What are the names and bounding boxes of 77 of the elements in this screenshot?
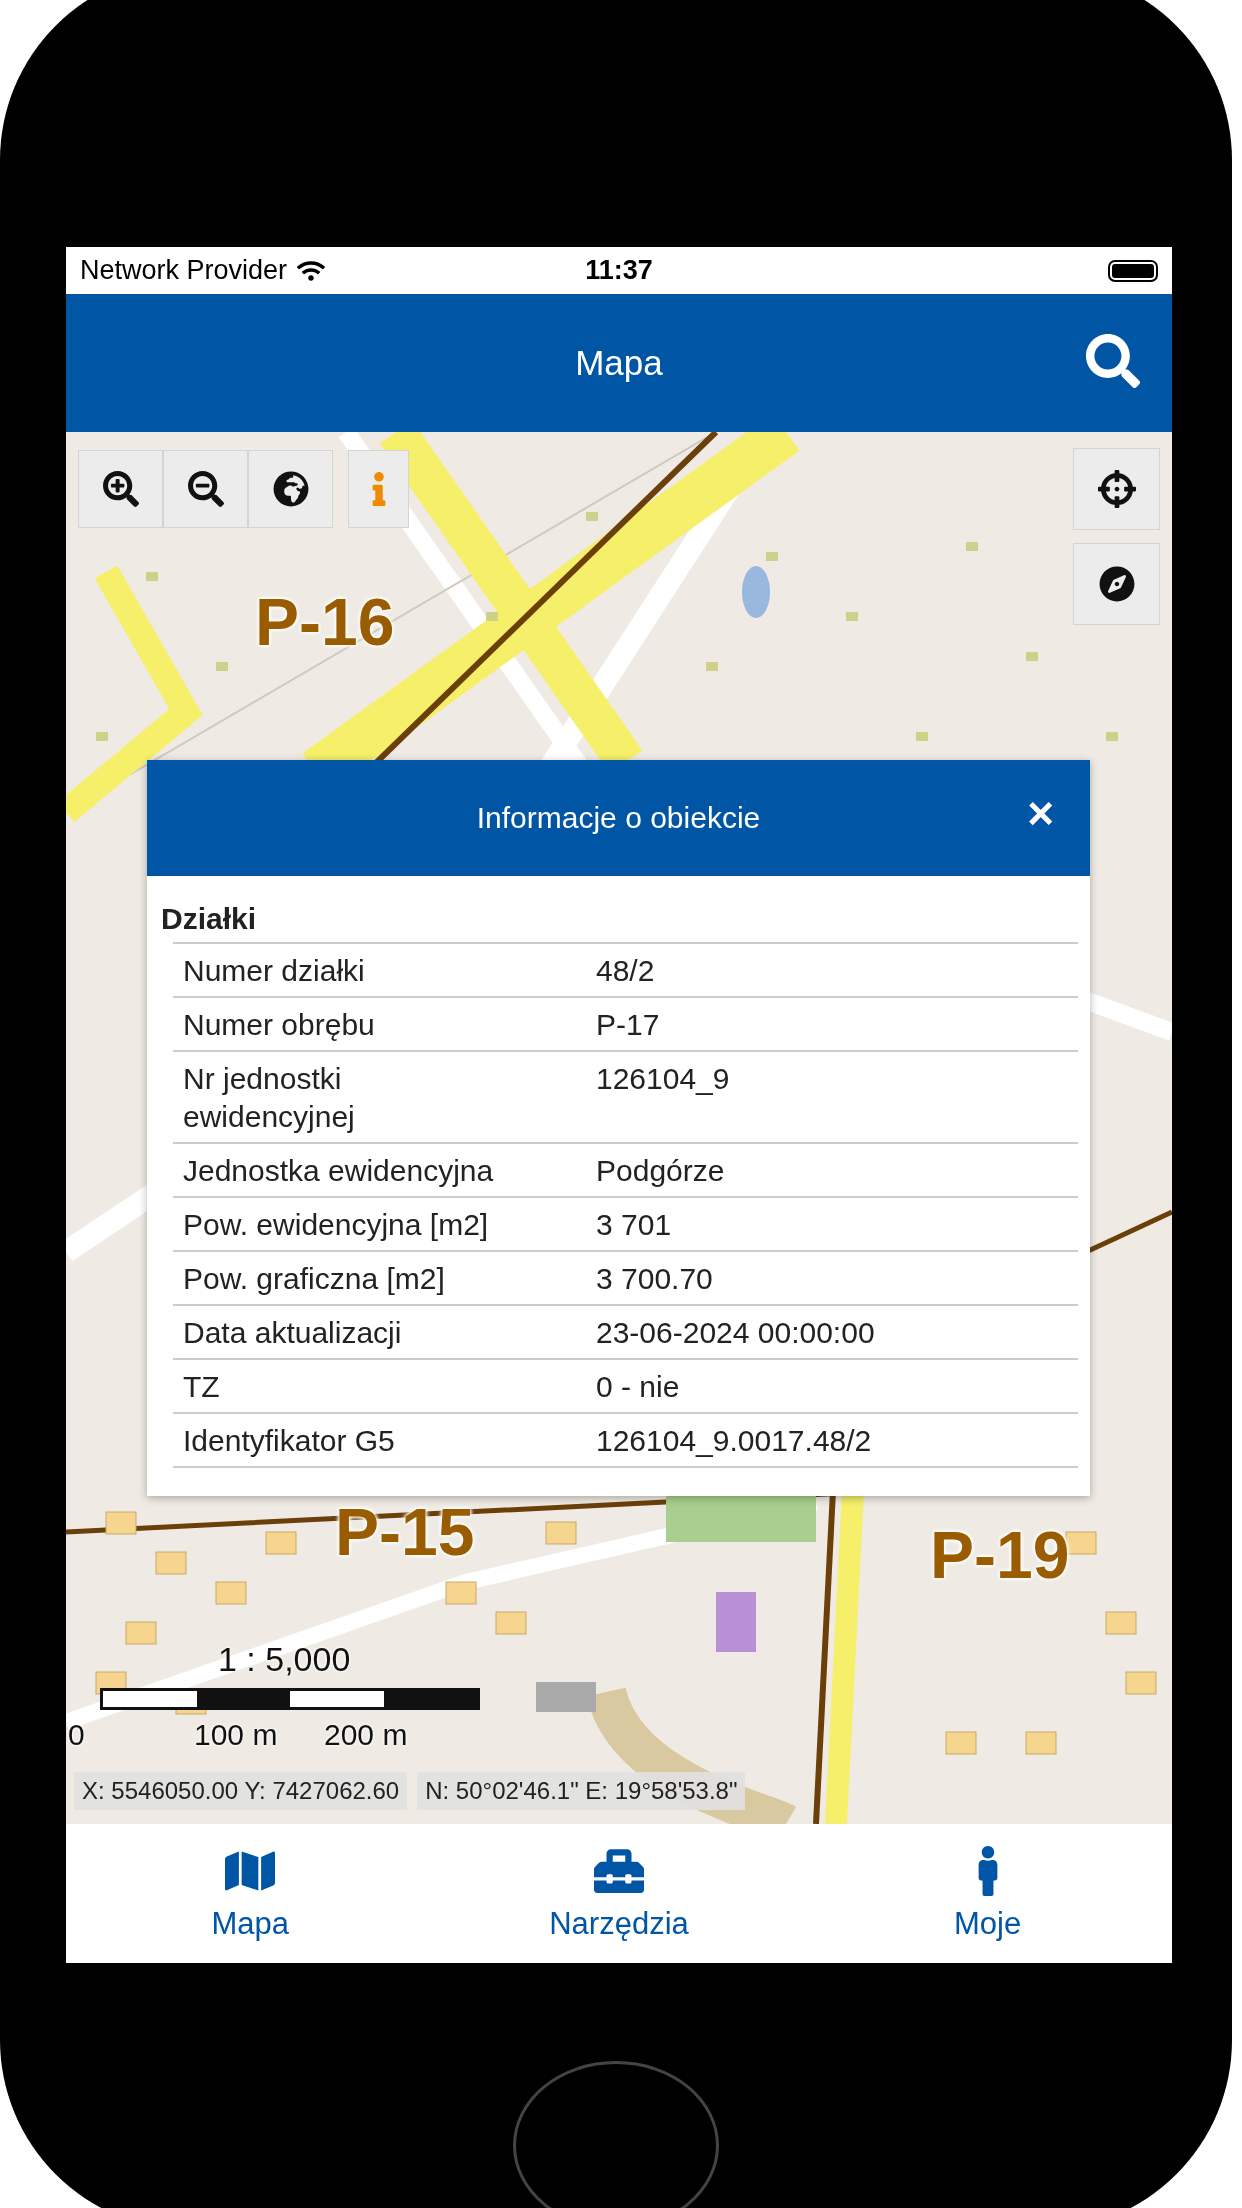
building-shape [1106, 732, 1118, 741]
status-time: 11:37 [585, 255, 653, 286]
scale-label: 0 [68, 1718, 85, 1752]
building-shape [966, 542, 978, 551]
attribute-label: Numer działki [183, 953, 366, 989]
building-shape [265, 1531, 297, 1555]
battery-icon [1108, 259, 1158, 282]
building-shape [916, 732, 928, 741]
dialog-title: Informacje o obiekcie [476, 801, 761, 835]
scale-label: 100 m [194, 1718, 278, 1752]
building-shape [536, 1682, 596, 1712]
zoom-in-icon [102, 471, 139, 507]
tab-bar-item[interactable]: Narzędzia [434, 1824, 804, 1963]
attribute-label: Identyfikator G5 [183, 1423, 396, 1459]
globe-button[interactable] [248, 450, 333, 528]
building-shape [846, 612, 858, 621]
search-button[interactable] [1086, 334, 1140, 388]
coordinate-readout: X: 5546050.00 Y: 7427062.60 [74, 1772, 408, 1810]
attribute-value: 48/2 [596, 953, 656, 989]
building-shape [445, 1581, 477, 1605]
attribute-label: Numer obrębu [183, 1007, 376, 1043]
locate-button[interactable] [1073, 448, 1160, 530]
building-shape [586, 512, 598, 521]
close-button[interactable]: × [1027, 790, 1054, 836]
building-shape [1105, 1611, 1137, 1635]
compass-icon [1098, 566, 1135, 602]
zoom-out-icon [187, 471, 224, 507]
attribute-value: 0 - nie [596, 1369, 681, 1405]
section-title: Działki [160, 901, 258, 937]
attribute-label: Pow. ewidencyjna [m2] [183, 1207, 490, 1243]
globe-icon [272, 471, 309, 507]
attribute-value: 126104_9 [596, 1061, 731, 1097]
attribute-value: 126104_9.0017.48/2 [596, 1423, 873, 1459]
attribute-label: TZ [183, 1369, 221, 1405]
crosshair-icon [1097, 470, 1136, 508]
attribute-label: Jednostka ewidencyjna [183, 1153, 495, 1189]
coordinate-readout: N: 50°02'46.1" E: 19°58'53.8" [417, 1772, 746, 1810]
building-shape [545, 1521, 577, 1545]
building-shape [495, 1611, 527, 1635]
attribute-value: 3 700.70 [596, 1261, 714, 1297]
attribute-label: Nr jednostki ewidencyjnej [183, 1061, 356, 1135]
building-shape [1065, 1531, 1097, 1555]
building-shape [486, 612, 498, 621]
carrier-name: Network Provider [80, 255, 288, 286]
building-shape [1026, 652, 1038, 661]
building-shape [766, 552, 778, 561]
building-shape [146, 572, 158, 581]
attribute-value: P-17 [596, 1007, 661, 1043]
attribute-label: Data aktualizacji [183, 1315, 403, 1351]
parcel-label: P-15 [335, 1494, 475, 1570]
building-shape [1025, 1731, 1057, 1755]
search-icon [1086, 334, 1140, 388]
building-shape [96, 732, 108, 741]
building-shape [945, 1731, 977, 1755]
building-shape [1125, 1671, 1157, 1695]
building-shape [125, 1621, 157, 1645]
tab-bar-item[interactable]: Moje [803, 1824, 1172, 1963]
zoom-in-button[interactable] [78, 450, 163, 528]
building-shape [706, 662, 718, 671]
attribute-value: Podgórze [596, 1153, 726, 1189]
building-shape [215, 1581, 247, 1605]
pond-shape [742, 566, 770, 618]
attribute-value: 23-06-2024 00:00:00 [596, 1315, 876, 1351]
header-title: Mapa [575, 343, 663, 383]
scale-ratio: 1 : 5,000 [218, 1640, 351, 1679]
attribute-label: Pow. graficzna [m2] [183, 1261, 446, 1297]
zoom-out-button[interactable] [163, 450, 248, 528]
building-shape [716, 1592, 756, 1652]
scale-label: 200 m [324, 1718, 408, 1752]
tab-bar-item[interactable]: Mapa [66, 1824, 435, 1963]
compass-button[interactable] [1073, 543, 1160, 625]
parcel-label: P-16 [255, 584, 395, 660]
building-shape [105, 1511, 137, 1535]
attribute-value: 3 701 [596, 1207, 673, 1243]
building-shape [155, 1551, 187, 1575]
parcel-label: P-19 [930, 1517, 1070, 1593]
building-shape [216, 662, 228, 671]
